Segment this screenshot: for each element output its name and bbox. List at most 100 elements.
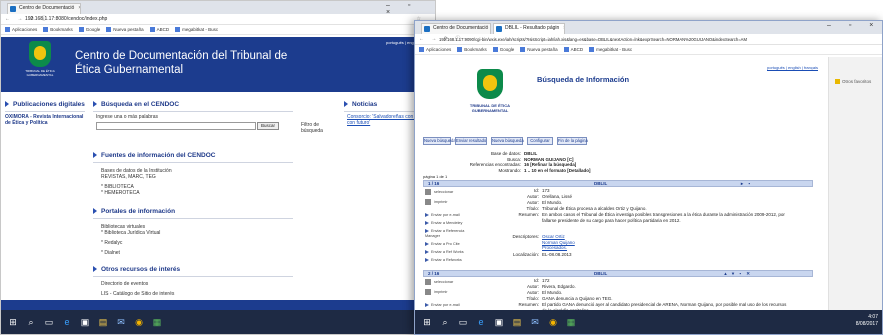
app-icon[interactable]: ▦ bbox=[151, 316, 163, 328]
redalyc-link[interactable]: Redalyc bbox=[104, 240, 122, 246]
refworks-action[interactable]: Enviar a Ref Works bbox=[425, 250, 471, 255]
directorio-link[interactable]: Directorio de eventos bbox=[101, 281, 148, 287]
section-otros: Otros recursos de interés bbox=[93, 266, 293, 277]
configure-button[interactable]: Configurar bbox=[527, 137, 553, 145]
bookmark-item[interactable]: Nueva pestaña bbox=[520, 47, 558, 53]
other-bookmarks[interactable]: Otros favoritos bbox=[835, 79, 871, 85]
bjv-link[interactable]: Biblioteca Jurídica Virtual bbox=[104, 230, 160, 236]
explorer-icon[interactable]: ▤ bbox=[511, 316, 523, 328]
bookmark-item[interactable]: megabitkat - Busc bbox=[175, 27, 218, 33]
bookmark-icon bbox=[563, 47, 569, 53]
result-number: 2 / 16 bbox=[428, 271, 440, 276]
bookmarks-bar: Aplicaciones Bookmarks Google Nueva pestaña… bbox=[415, 45, 882, 55]
new-search-button-2[interactable]: Nueva búsqueda bbox=[491, 137, 524, 145]
right-panel: Otros favoritos bbox=[828, 57, 882, 312]
end-of-page-button[interactable]: Fin de la página bbox=[557, 137, 588, 145]
refworks2-action[interactable]: Enviar a Refworks bbox=[425, 258, 471, 263]
refmanager-action[interactable]: Enviar a Referencia Manager bbox=[425, 229, 471, 239]
search-input[interactable] bbox=[96, 122, 256, 130]
portales-item[interactable]: * Dialnet bbox=[101, 250, 120, 256]
bookmark-label: Bookmarks bbox=[464, 47, 487, 52]
bookmark-item[interactable]: Nueva pestaña bbox=[106, 27, 144, 33]
tab-cendoc[interactable]: Centro de Documentació× bbox=[421, 23, 491, 34]
portales-sub[interactable]: * Biblioteca Jurídica Virtual bbox=[101, 230, 160, 236]
task-view-icon[interactable]: ▭ bbox=[457, 316, 469, 328]
label: Id: bbox=[533, 188, 539, 193]
label: imprimir bbox=[434, 200, 448, 204]
url-field[interactable]: 192.168.1.17:9090/cgi-bin/wxis.exe/iah/s… bbox=[439, 36, 747, 43]
section-label: Otros recursos de interés bbox=[101, 266, 181, 273]
value[interactable]: 16 [Refinar la búsqueda] bbox=[524, 162, 576, 167]
bookmark-item[interactable]: ABCD bbox=[563, 47, 583, 53]
descriptor-link[interactable]: Procesados. bbox=[542, 245, 575, 251]
bookmark-item[interactable]: Aplicaciones bbox=[5, 27, 38, 33]
chrome-icon[interactable]: ◉ bbox=[133, 316, 145, 328]
oximora-link[interactable]: OXIMORA - Revista Internacional de Ética… bbox=[5, 114, 85, 126]
value: EL-08.08.2013 bbox=[542, 252, 572, 257]
tab-cendoc[interactable]: Centro de Documentació× bbox=[7, 3, 81, 14]
tab-bar: Centro de Documentació × – ▫ × bbox=[1, 1, 435, 16]
lis-link[interactable]: LIS - Catálogo de Sitio de interés bbox=[101, 291, 174, 297]
dialnet-link[interactable]: Dialnet bbox=[104, 250, 120, 256]
portales-item[interactable]: * Redalyc bbox=[101, 240, 122, 246]
edge-icon[interactable]: e bbox=[475, 316, 487, 328]
mendeley-action[interactable]: Enviar a Mendeley bbox=[425, 221, 471, 226]
procite-action[interactable]: Enviar a Pro Cite bbox=[425, 242, 471, 247]
print-action[interactable]: imprimir bbox=[425, 199, 471, 205]
windows-start-icon[interactable]: ⊞ bbox=[421, 316, 433, 328]
label: seleccionar bbox=[434, 190, 454, 194]
bookmark-item[interactable]: Google bbox=[492, 47, 514, 53]
new-search-button[interactable]: Nueva búsqueda bbox=[423, 137, 456, 145]
label: Resumen: bbox=[518, 212, 539, 217]
value[interactable]: 1 .. 10 en el formato [Detallado] bbox=[524, 168, 591, 173]
tab-label: Centro de Documentació bbox=[19, 5, 75, 11]
bookmark-icon bbox=[457, 47, 463, 53]
system-tray[interactable]: 4:07 8/08/2017 bbox=[856, 314, 878, 328]
email-action[interactable]: Enviar por e-mail bbox=[425, 213, 471, 218]
close-tab-icon[interactable]: × bbox=[563, 25, 564, 31]
fuentes-item[interactable]: * HEMEROTECA bbox=[101, 190, 140, 196]
clock-time: 4:07 bbox=[868, 314, 878, 320]
browser-window-cendoc: Centro de Documentació × – ▫ × ← → ⟳ ⓘ 19… bbox=[0, 0, 436, 335]
section-label: Búsqueda en el CENDOC bbox=[101, 101, 180, 108]
search-icon[interactable]: ⌕ bbox=[439, 316, 451, 328]
bookmark-item[interactable]: megabitkat - Busc bbox=[589, 47, 632, 53]
address-bar: ← → ⟳ ⓘ 192.168.1.17:9090/cgi-bin/wxis.e… bbox=[415, 34, 882, 45]
select-action[interactable]: seleccionar bbox=[425, 189, 471, 195]
bookmark-item[interactable]: Google bbox=[78, 27, 100, 33]
bookmark-item[interactable]: Aplicaciones bbox=[419, 47, 451, 53]
bookmark-item[interactable]: Bookmarks bbox=[457, 47, 487, 53]
store-icon[interactable]: ▣ bbox=[493, 316, 505, 328]
hemeroteca-link[interactable]: HEMEROTECA bbox=[104, 190, 139, 196]
edge-icon[interactable]: e bbox=[61, 316, 73, 328]
print-action[interactable]: imprimir bbox=[425, 289, 471, 295]
windows-start-icon[interactable]: ⊞ bbox=[7, 316, 19, 328]
send-result-button[interactable]: Enviar resultado bbox=[455, 137, 487, 145]
page-favicon-icon bbox=[424, 26, 430, 32]
explorer-icon[interactable]: ▤ bbox=[97, 316, 109, 328]
tab-resultados[interactable]: DBLIL - Resultado págin× bbox=[493, 23, 565, 34]
window-controls[interactable]: – ▫ × bbox=[827, 22, 881, 29]
task-view-icon[interactable]: ▭ bbox=[43, 316, 55, 328]
field-localizacion: Localización: EL-08.08.2013 bbox=[499, 252, 572, 258]
mail-icon[interactable]: ✉ bbox=[115, 316, 127, 328]
select-action[interactable]: seleccionar bbox=[425, 279, 471, 285]
search-button[interactable]: Buscar bbox=[257, 122, 279, 130]
field-resumen: Resumen: En ambos casos el Tribunal de Ét… bbox=[499, 212, 799, 223]
nav-arrows-icon[interactable]: ▴ ▾ ▪ ✕ bbox=[724, 271, 752, 276]
chrome-icon[interactable]: ◉ bbox=[547, 316, 559, 328]
url-field[interactable]: 192.168.1.17:8080/cendoc/index.php bbox=[25, 16, 107, 23]
result-header: 2 / 16 DBLIL ▴ ▾ ▪ ✕ bbox=[423, 270, 813, 277]
section-label: Noticias bbox=[352, 101, 378, 108]
language-links[interactable]: português | english | français bbox=[767, 65, 818, 70]
bookmark-item[interactable]: ABCD bbox=[149, 27, 169, 33]
nav-arrows-icon[interactable]: ▸ ▪ bbox=[741, 181, 752, 186]
search-icon[interactable]: ⌕ bbox=[25, 316, 37, 328]
bookmark-item[interactable]: Bookmarks bbox=[43, 27, 73, 33]
store-icon[interactable]: ▣ bbox=[79, 316, 91, 328]
mail-icon[interactable]: ✉ bbox=[529, 316, 541, 328]
bookmark-label: Aplicaciones bbox=[12, 27, 38, 32]
close-tab-icon[interactable]: × bbox=[78, 5, 80, 11]
email-action[interactable]: Enviar por e-mail bbox=[425, 303, 471, 308]
app-icon[interactable]: ▦ bbox=[565, 316, 577, 328]
